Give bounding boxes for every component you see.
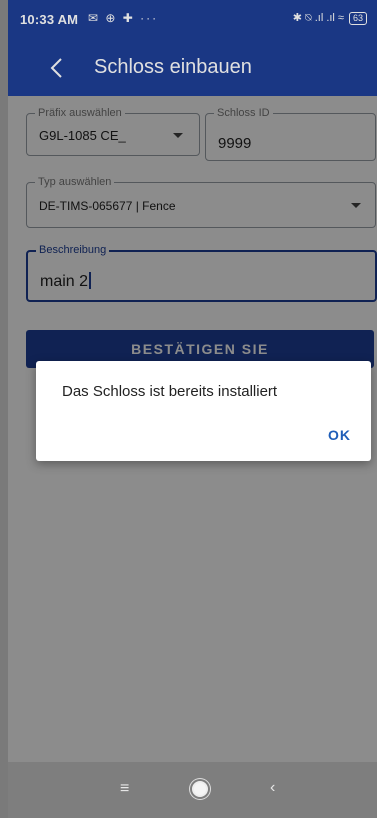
alert-dialog: Das Schloss ist bereits installiert OK <box>36 361 371 461</box>
dialog-message: Das Schloss ist bereits installiert <box>62 383 278 400</box>
status-time: 10:33 AM <box>20 12 79 27</box>
app-screen: 10:33 AM ✉ ⊕ ✚ ··· ✱ ⍉ .ıl .ıl ≈ 63 Schl… <box>8 0 377 818</box>
app-bar: Schloss einbauen <box>8 40 377 96</box>
chevron-left-icon[interactable] <box>44 54 68 82</box>
back-icon[interactable]: ‹ <box>270 779 275 797</box>
home-icon[interactable] <box>192 781 208 797</box>
menu-icon[interactable]: ≡ <box>120 780 129 798</box>
notification-icons: ✉ ⊕ ✚ ··· <box>88 11 159 25</box>
battery-icon: 63 <box>348 11 367 25</box>
page-title: Schloss einbauen <box>94 56 252 78</box>
status-bar: 10:33 AM ✉ ⊕ ✚ ··· ✱ ⍉ .ıl .ıl ≈ 63 <box>8 0 377 40</box>
signal-wifi-icons: ✱ ⍉ .ıl .ıl ≈ <box>292 12 344 24</box>
ok-button[interactable]: OK <box>328 427 351 443</box>
system-status-icons: ✱ ⍉ .ıl .ıl ≈ 63 <box>293 11 367 25</box>
system-nav-bar: ≡ ‹ <box>8 762 377 818</box>
